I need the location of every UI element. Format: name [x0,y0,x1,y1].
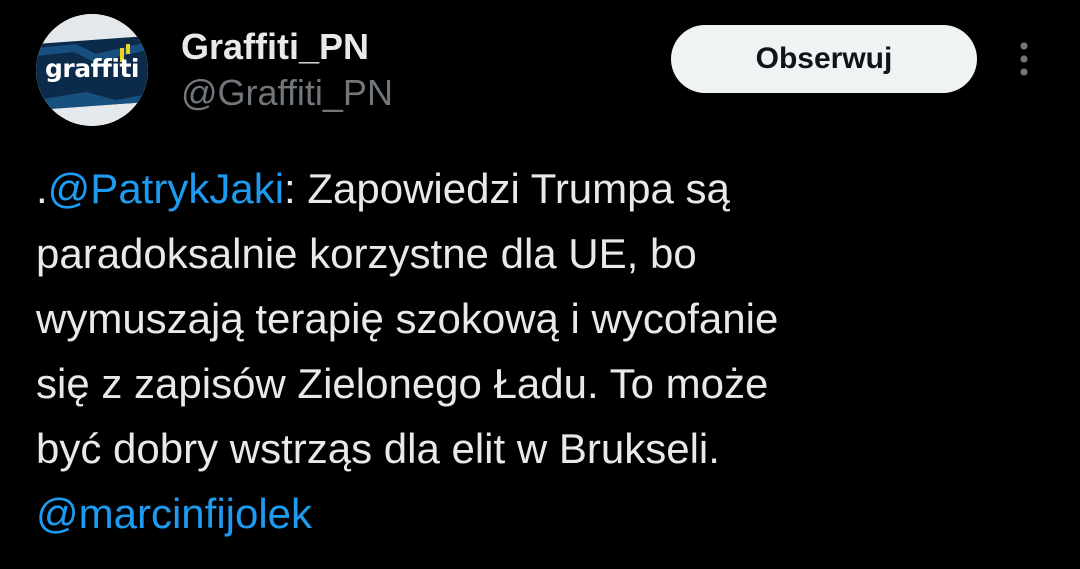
tweet-line-1: .@PatrykJaki: Zapowiedzi Trumpa są [36,156,1046,221]
author-display-name[interactable]: Graffiti_PN [181,26,369,68]
tweet-line-6: @marcinfijolek [36,481,1046,546]
tweet-line-3: wymuszają terapię szokową i wycofanie [36,295,779,342]
avatar[interactable]: graffiti [36,14,148,126]
tweet-prefix: . [36,165,48,212]
tweet-text: .@PatrykJaki: Zapowiedzi Trumpa są parad… [36,156,1046,546]
author-handle[interactable]: @Graffiti_PN [181,72,393,114]
tweet-line-4: się z zapisów Zielonego Ładu. To może [36,360,769,407]
avatar-logo-text: graffiti [45,54,139,83]
tweet-line-5: być dobry wstrząs dla elit w Brukseli. [36,425,720,472]
tweet-line-2: paradoksalnie korzystne dla UE, bo [36,230,697,277]
tweet-line-1-text: : Zapowiedzi Trumpa są [284,165,730,212]
mention-link-patrykjaki[interactable]: @PatrykJaki [48,165,284,212]
mention-link-marcinfijolek[interactable]: @marcinfijolek [36,490,312,537]
more-vertical-icon[interactable] [1008,40,1040,80]
follow-button[interactable]: Obserwuj [671,25,977,93]
